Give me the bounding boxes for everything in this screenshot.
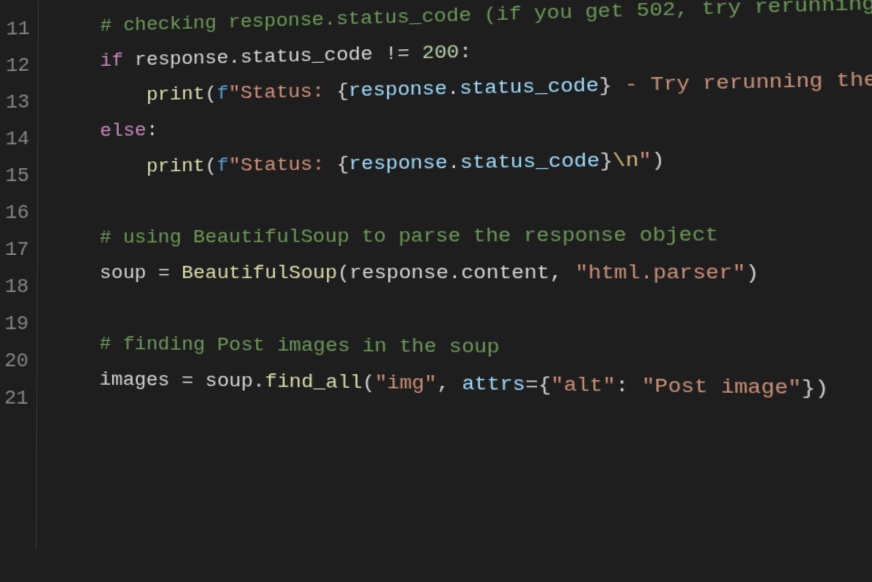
code-token: f [217,82,229,105]
line-number: 18 [4,269,29,306]
code-line[interactable]: soup = BeautifulSoup(response.content, "… [54,254,872,293]
code-token: ( [205,154,217,177]
code-token: . [448,261,461,284]
code-token [146,262,158,284]
code-token: BeautifulSoup [181,262,337,285]
code-token: response [349,261,448,284]
line-number: 12 [5,48,30,85]
code-token: } [600,149,613,173]
code-token [373,43,385,66]
code-token: : [615,374,641,398]
code-token [170,369,182,392]
code-token [193,370,205,393]
code-token: images [100,369,170,392]
line-number: 13 [5,85,30,122]
code-token: ) [746,261,760,285]
code-token: ( [337,262,349,285]
code-token: }) [801,376,829,401]
code-token [123,49,135,71]
line-number: 19 [4,306,29,343]
code-token: . [448,151,461,174]
code-token: attrs [462,373,526,397]
code-editor[interactable]: 1112131415161718192021 # checking respon… [0,0,872,580]
code-token: , [437,372,462,396]
code-token: f [217,154,229,177]
code-token: . [447,77,460,100]
code-line[interactable]: images = soup.find_all("img", attrs={"al… [53,362,872,412]
code-token: 200 [422,41,459,65]
code-token: \n [613,148,639,172]
code-token: ) [651,148,664,172]
code-token [410,42,423,65]
code-token: print [146,154,205,177]
code-token: , [550,261,576,284]
line-number-gutter: 1112131415161718192021 [0,1,39,550]
code-token: { [337,152,349,175]
code-token [170,262,182,284]
code-token: { [538,374,551,398]
code-token: "alt" [551,374,616,398]
code-token: - Try rerunning the code [612,67,872,98]
line-number: 11 [5,11,30,48]
code-token: "Status: [228,80,336,105]
code-token: = [158,262,170,284]
code-token: } [599,74,612,98]
code-token: != [385,42,410,65]
code-area[interactable]: # checking response.status_code (if you … [37,0,872,582]
code-token: . [228,47,240,70]
line-number: 14 [5,121,30,158]
code-token: response [135,47,229,71]
code-token: soup [205,370,253,393]
line-number: 16 [4,195,29,232]
line-number: 21 [3,380,28,418]
line-number: 17 [4,232,29,269]
code-token: print [146,83,205,106]
code-token: find_all [265,371,362,395]
code-token: status_code [459,74,599,100]
code-token: # finding Post images in the soup [100,333,500,359]
code-token: if [100,50,123,73]
code-token: : [146,119,158,141]
code-token: response [349,78,448,103]
code-token: ( [362,372,374,395]
code-token: content [461,261,550,284]
code-token: = [182,370,194,393]
code-token: "img" [375,372,437,396]
code-token: = [525,373,538,397]
code-token: # using BeautifulSoup to parse the respo… [100,223,719,249]
line-number: 20 [3,343,28,380]
code-token: response [349,151,448,175]
code-token: ( [205,83,217,106]
code-line[interactable]: # using BeautifulSoup to parse the respo… [54,215,872,256]
code-token: { [336,80,348,103]
code-token: else [100,120,146,143]
line-number: 15 [4,158,29,195]
code-token: "html.parser" [575,261,746,285]
code-token: status_code [240,43,373,69]
code-token: soup [100,262,147,284]
code-token: status_code [460,149,600,174]
code-token: " [638,148,651,172]
code-token: "Post image" [642,375,802,401]
code-token: : [459,41,472,64]
code-token: . [253,370,265,393]
code-token: "Status: [229,152,337,176]
